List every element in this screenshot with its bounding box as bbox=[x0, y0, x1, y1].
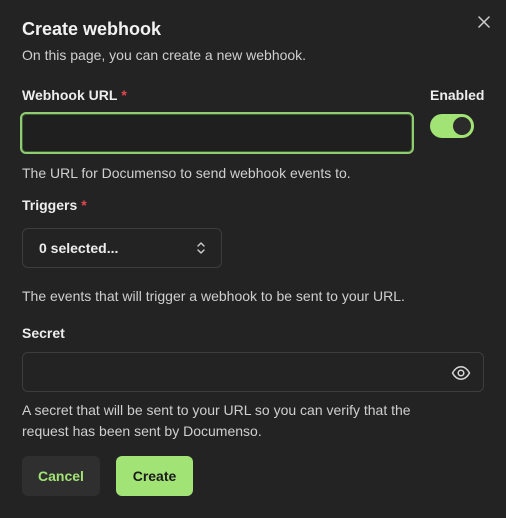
secret-field[interactable] bbox=[22, 352, 484, 392]
webhook-url-field[interactable] bbox=[20, 112, 414, 154]
secret-label: Secret bbox=[22, 325, 65, 341]
webhook-url-label-text: Webhook URL bbox=[22, 87, 118, 103]
cancel-button[interactable]: Cancel bbox=[22, 456, 100, 496]
triggers-label: Triggers * bbox=[22, 197, 87, 213]
webhook-url-input[interactable] bbox=[22, 114, 412, 152]
required-mark: * bbox=[81, 197, 87, 213]
create-button[interactable]: Create bbox=[116, 456, 193, 496]
secret-input[interactable] bbox=[23, 353, 443, 391]
dialog-title: Create webhook bbox=[22, 19, 162, 39]
triggers-help: The events that will trigger a webhook t… bbox=[22, 288, 405, 304]
triggers-selected-text: 0 selected... bbox=[39, 240, 119, 256]
secret-help: A secret that will be sent to your URL s… bbox=[22, 400, 411, 442]
required-mark: * bbox=[121, 87, 127, 103]
enabled-label: Enabled bbox=[430, 87, 485, 103]
secret-help-line-1: A secret that will be sent to your URL s… bbox=[22, 402, 411, 418]
webhook-url-help: The URL for Documenso to send webhook ev… bbox=[22, 165, 351, 181]
toggle-knob bbox=[453, 117, 471, 135]
close-button[interactable] bbox=[474, 12, 494, 32]
create-webhook-dialog: Create webhook On this page, you can cre… bbox=[0, 0, 506, 518]
close-icon bbox=[478, 16, 490, 28]
secret-help-line-2: request has been sent by Documenso. bbox=[22, 423, 262, 439]
triggers-label-text: Triggers bbox=[22, 197, 78, 213]
dialog-subtitle: On this page, you can create a new webho… bbox=[22, 47, 307, 63]
chevrons-up-down-icon bbox=[197, 242, 205, 254]
webhook-url-label: Webhook URL * bbox=[22, 87, 127, 103]
triggers-select[interactable]: 0 selected... bbox=[22, 228, 222, 268]
enabled-toggle[interactable] bbox=[430, 114, 474, 138]
eye-icon[interactable] bbox=[451, 363, 471, 383]
